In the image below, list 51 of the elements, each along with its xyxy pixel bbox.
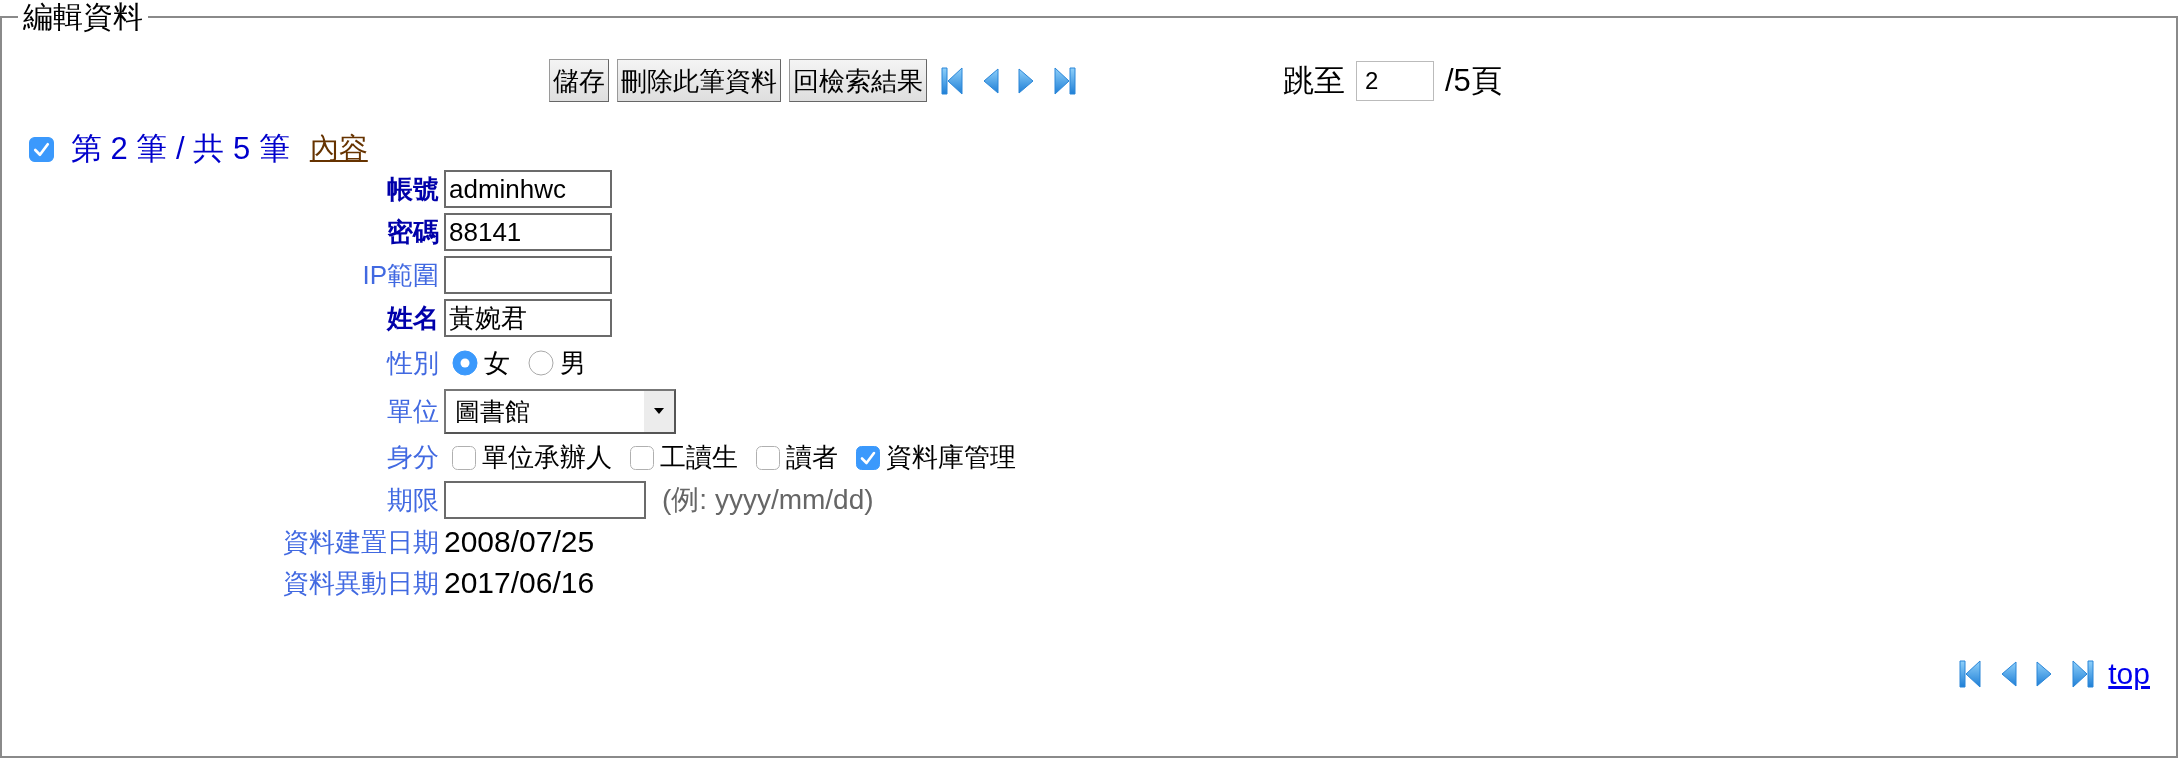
skip-back-icon[interactable] [1959, 659, 1982, 689]
checkbox[interactable] [756, 445, 780, 470]
radio-button[interactable] [452, 350, 478, 376]
skip-back-icon[interactable] [941, 65, 963, 96]
checkbox[interactable] [29, 136, 54, 162]
caret-icon [644, 391, 674, 432]
skip-forward-icon[interactable] [1054, 65, 1076, 96]
triangle-left-icon[interactable] [2000, 659, 2018, 689]
text-field[interactable]: 黃婉君 [444, 299, 612, 337]
field-label: 性別 [387, 346, 439, 380]
triangle-right-icon[interactable] [1018, 65, 1035, 96]
triangle-right-icon[interactable] [2036, 659, 2054, 689]
text-field[interactable] [444, 256, 612, 294]
date-value: 2008/07/25 [444, 525, 595, 559]
date-value: 2017/06/16 [444, 566, 595, 600]
field-label: 身分 [387, 441, 439, 474]
field-label: 姓名 [387, 301, 439, 335]
checkbox[interactable] [452, 445, 476, 470]
toolbar-button[interactable]: 回檢索結果 [789, 59, 927, 102]
skip-forward-icon[interactable] [2072, 659, 2095, 689]
record-position: 第 2 筆 / 共 5 筆 [71, 130, 290, 168]
page-total: /5頁 [1445, 61, 1502, 100]
page-input[interactable]: 2 [1356, 60, 1434, 101]
top-link[interactable]: top [2108, 657, 2150, 691]
checkbox-label: 工讀生 [660, 441, 738, 474]
field-label: 單位 [387, 395, 439, 428]
toolbar-button[interactable]: 儲存 [549, 59, 609, 102]
radio-button[interactable] [528, 350, 554, 376]
field-label: 帳號 [387, 172, 439, 206]
field-label: 期限 [387, 483, 439, 517]
radio-label: 女 [484, 346, 510, 380]
date-format-hint: (例: yyyy/mm/dd) [662, 483, 874, 517]
panel-title: 編輯資料 [22, 0, 144, 34]
field-label: 密碼 [387, 215, 439, 249]
checkbox[interactable] [630, 445, 654, 470]
field-label: 資料異動日期 [283, 566, 439, 600]
content-link[interactable]: 內容 [309, 129, 368, 169]
radio-label: 男 [560, 346, 586, 380]
field-label: IP範圍 [362, 258, 439, 292]
text-field[interactable]: 88141 [444, 213, 612, 251]
checkbox-label: 單位承辦人 [482, 441, 612, 474]
triangle-left-icon[interactable] [982, 65, 999, 96]
date-field[interactable] [444, 481, 646, 519]
field-label: 資料建置日期 [283, 525, 439, 559]
checkbox[interactable] [856, 445, 880, 470]
unit-dropdown[interactable]: 圖書館 [444, 389, 676, 434]
jump-label: 跳至 [1283, 61, 1345, 100]
checkbox-label: 資料庫管理 [886, 441, 1016, 474]
toolbar-button[interactable]: 刪除此筆資料 [617, 59, 781, 102]
text-field[interactable]: adminhwc [444, 170, 612, 208]
checkbox-label: 讀者 [786, 441, 838, 474]
